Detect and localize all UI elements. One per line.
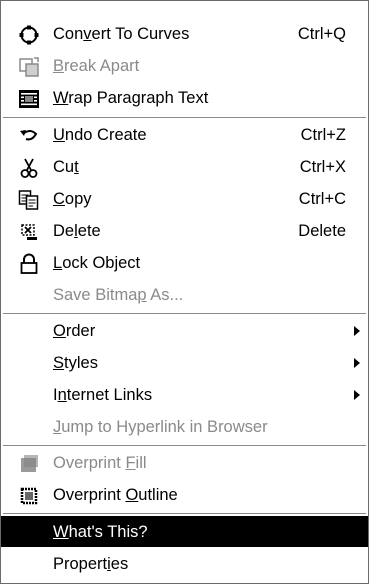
menu-item-label: Overprint Fill — [53, 454, 147, 472]
menu-item-break-apart[interactable]: Break Apart — [1, 50, 368, 82]
menu-item-convert-to-curves[interactable]: Convert To Curves Ctrl+Q — [1, 18, 368, 50]
menu-item-internet-links[interactable]: Internet Links — [1, 379, 368, 411]
undo-icon — [18, 125, 40, 147]
shortcut-label: Ctrl+Z — [300, 126, 346, 144]
submenu-arrow-icon — [354, 390, 360, 400]
context-menu: Convert To Curves Ctrl+Q Break Apart Wra… — [0, 0, 369, 584]
shortcut-label: Delete — [298, 222, 346, 240]
copy-icon — [18, 189, 40, 211]
menu-separator — [3, 513, 366, 515]
menu-item-wrap-paragraph-text[interactable]: Wrap Paragraph Text — [1, 82, 368, 114]
menu-item-overprint-fill[interactable]: Overprint Fill — [1, 447, 368, 479]
menu-item-label: Convert To Curves — [53, 25, 190, 43]
shortcut-label: Ctrl+C — [298, 190, 346, 208]
menu-item-delete[interactable]: Delete Delete — [1, 215, 368, 247]
menu-item-lock-object[interactable]: Lock Object — [1, 247, 368, 279]
convert-curves-icon — [18, 24, 40, 46]
menu-item-label: What's This? — [53, 523, 148, 541]
overprint-fill-icon — [18, 453, 40, 475]
submenu-arrow-icon — [354, 358, 360, 368]
menu-item-label: Internet Links — [53, 386, 153, 404]
menu-item-order[interactable]: Order — [1, 315, 368, 347]
menu-item-label: Save Bitmap As... — [53, 286, 184, 304]
menu-item-label: Styles — [53, 354, 98, 372]
overprint-outline-icon — [18, 485, 40, 507]
menu-item-save-bitmap-as[interactable]: Save Bitmap As... — [1, 279, 368, 311]
menu-item-label: Delete — [53, 222, 101, 240]
menu-item-label: Order — [53, 322, 96, 340]
menu-item-copy[interactable]: Copy Ctrl+C — [1, 183, 368, 215]
wrap-text-icon — [18, 88, 40, 110]
menu-item-label: Copy — [53, 190, 92, 208]
menu-item-label: Wrap Paragraph Text — [53, 89, 209, 107]
menu-item-jump-to-hyperlink[interactable]: Jump to Hyperlink in Browser — [1, 411, 368, 443]
lock-icon — [18, 253, 40, 275]
menu-item-label: Jump to Hyperlink in Browser — [53, 418, 268, 436]
menu-item-styles[interactable]: Styles — [1, 347, 368, 379]
cut-icon — [18, 157, 40, 179]
menu-item-whats-this[interactable]: What's This? — [1, 516, 368, 547]
delete-icon — [18, 221, 40, 243]
menu-item-label: Cut — [53, 158, 79, 176]
menu-item-label: Lock Object — [53, 254, 141, 272]
menu-item-label: Break Apart — [53, 57, 140, 75]
menu-item-label: Properties — [53, 555, 129, 573]
menu-item-overprint-outline[interactable]: Overprint Outline — [1, 479, 368, 511]
menu-item-cut[interactable]: Cut Ctrl+X — [1, 151, 368, 183]
shortcut-label: Ctrl+Q — [297, 25, 346, 43]
submenu-arrow-icon — [354, 326, 360, 336]
menu-item-undo-create[interactable]: Undo Create Ctrl+Z — [1, 119, 368, 151]
shortcut-label: Ctrl+X — [299, 158, 346, 176]
menu-item-label: Overprint Outline — [53, 486, 178, 504]
menu-item-label: Undo Create — [53, 126, 147, 144]
break-apart-icon — [18, 56, 40, 78]
menu-item-properties[interactable]: Properties — [1, 548, 368, 580]
